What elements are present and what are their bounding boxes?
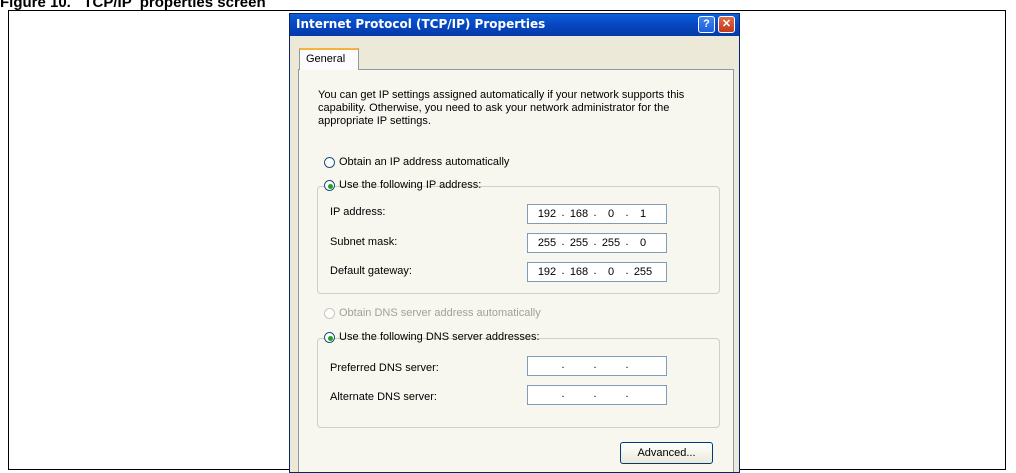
radio-label: Use the following IP address: <box>339 179 482 191</box>
octet: 255 <box>601 237 621 249</box>
default-gateway-label: Default gateway: <box>330 265 412 277</box>
subnet-mask-input[interactable]: 255 . 255 . 255 . 0 <box>527 233 667 253</box>
help-button[interactable]: ? <box>698 16 715 33</box>
dns-server-group <box>317 338 720 428</box>
radio-button[interactable] <box>324 180 335 191</box>
octet: 0 <box>607 208 615 220</box>
octet: 255 <box>569 237 589 249</box>
default-gateway-input[interactable]: 192 . 168 . 0 . 255 <box>527 262 667 282</box>
octet: 168 <box>569 266 589 278</box>
octet-separator: . <box>625 359 629 371</box>
radio-button[interactable] <box>324 332 335 343</box>
tab-general[interactable]: General <box>299 48 359 70</box>
subnet-mask-label: Subnet mask: <box>330 236 398 248</box>
close-button[interactable]: ✕ <box>718 16 735 33</box>
ip-address-input[interactable]: 192 . 168 . 0 . 1 <box>527 204 667 224</box>
octet: 168 <box>569 208 589 220</box>
radio-use-following-dns[interactable]: Use the following DNS server addresses: <box>324 331 540 345</box>
radio-button[interactable] <box>324 308 335 319</box>
octet-separator: . <box>593 388 597 400</box>
radio-label: Obtain DNS server address automatically <box>339 307 541 319</box>
window-title: Internet Protocol (TCP/IP) Properties <box>296 17 546 31</box>
alternate-dns-input[interactable]: . . . <box>527 385 667 405</box>
octet: 1 <box>639 208 647 220</box>
radio-use-following-ip[interactable]: Use the following IP address: <box>324 179 481 193</box>
preferred-dns-label: Preferred DNS server: <box>330 362 439 374</box>
octet-separator: . <box>561 388 565 400</box>
octet: 255 <box>633 266 653 278</box>
radio-selected-dot <box>328 184 333 189</box>
octet-separator: . <box>593 359 597 371</box>
alternate-dns-label: Alternate DNS server: <box>330 391 437 403</box>
octet: 0 <box>639 237 647 249</box>
octet: 192 <box>537 208 557 220</box>
title-bar[interactable]: Internet Protocol (TCP/IP) Properties ? … <box>290 14 739 36</box>
octet: 0 <box>607 266 615 278</box>
octet-separator: . <box>561 359 565 371</box>
octet-separator: . <box>625 388 629 400</box>
preferred-dns-input[interactable]: . . . <box>527 356 667 376</box>
advanced-button[interactable]: Advanced... <box>620 442 713 464</box>
radio-button[interactable] <box>324 157 335 168</box>
ip-address-label: IP address: <box>330 206 386 218</box>
octet: 192 <box>537 266 557 278</box>
intro-text: You can get IP settings assigned automat… <box>318 89 685 127</box>
radio-label: Use the following DNS server addresses: <box>339 331 540 343</box>
tcpip-properties-dialog: Internet Protocol (TCP/IP) Properties ? … <box>289 13 740 473</box>
octet: 255 <box>537 237 557 249</box>
radio-selected-dot <box>328 336 333 341</box>
radio-label: Obtain an IP address automatically <box>339 156 510 168</box>
